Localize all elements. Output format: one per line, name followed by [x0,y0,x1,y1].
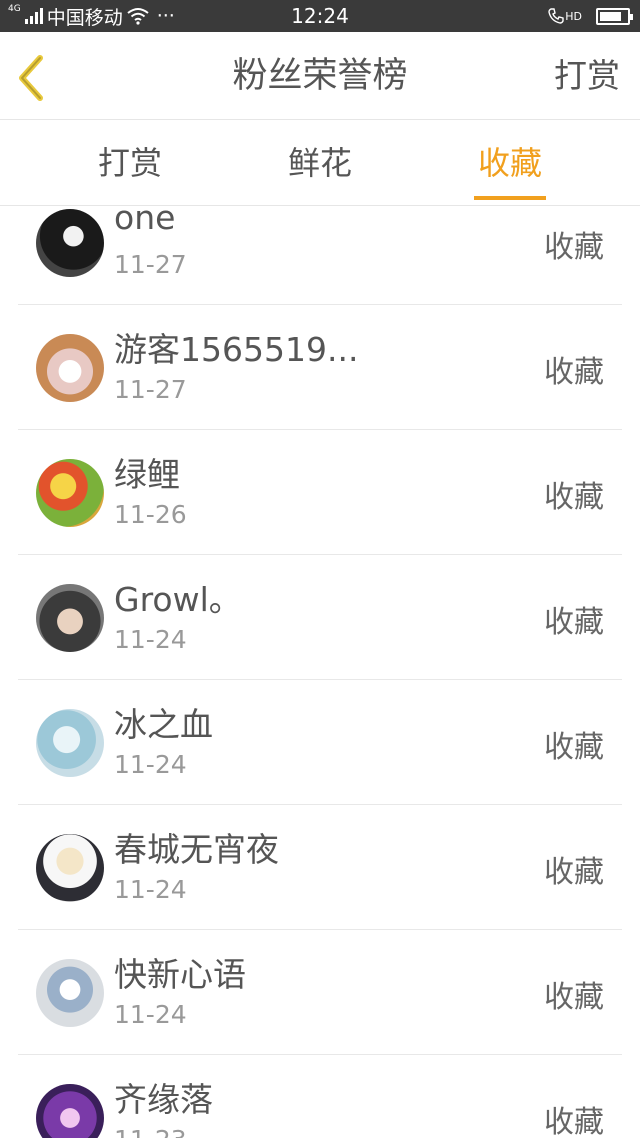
fan-date: 11-24 [114,875,187,904]
fan-date: 11-24 [114,625,187,654]
avatar[interactable] [36,334,104,402]
fan-action-label: 收藏 [544,480,604,515]
list-item[interactable]: 快新心语 11-24 收藏 [18,930,622,1055]
tab-reward[interactable]: 打赏 [35,121,225,206]
list-item[interactable]: one 11-27 收藏 [18,206,622,305]
page-title: 粉丝荣誉榜 [232,56,408,96]
battery-icon [596,7,633,25]
fan-name: 绿鲤 [114,455,180,494]
tab-label: 鲜花 [287,144,352,182]
reward-button[interactable]: 打赏 [554,32,620,120]
active-tab-indicator [474,196,546,200]
fan-name: Growl。 [114,580,242,619]
status-time: 12:24 [291,4,349,28]
fan-action-label: 收藏 [544,230,604,265]
avatar[interactable] [36,209,104,277]
fan-name: 春城无宵夜 [114,830,279,869]
header: 粉丝荣誉榜 打赏 [0,32,640,120]
fan-date: 11-24 [114,750,187,779]
fan-name: one [114,206,176,237]
list-item[interactable]: 绿鲤 11-26 收藏 [18,430,622,555]
tab-label: 收藏 [477,144,542,182]
tab-favorites[interactable]: 收藏 [415,121,605,206]
fan-date: 11-27 [114,250,187,279]
list-item[interactable]: 冰之血 11-24 收藏 [18,680,622,805]
list-item[interactable]: 春城无宵夜 11-24 收藏 [18,805,622,930]
avatar[interactable] [36,959,104,1027]
hd-label: HD [565,9,582,23]
fan-list[interactable]: one 11-27 收藏 游客1565519... 11-27 收藏 绿鲤 11… [0,206,640,1138]
avatar[interactable] [36,709,104,777]
fan-name: 游客1565519... [114,330,359,369]
tab-label: 打赏 [97,144,162,182]
list-item[interactable]: Growl。 11-24 收藏 [18,555,622,680]
fan-name: 快新心语 [114,955,246,994]
fan-action-label: 收藏 [544,980,604,1015]
fan-date: 11-23 [114,1125,187,1138]
tab-flowers[interactable]: 鲜花 [225,121,415,206]
fan-date: 11-24 [114,1000,187,1029]
avatar[interactable] [36,459,104,527]
fan-action-label: 收藏 [544,605,604,640]
fan-action-label: 收藏 [544,730,604,765]
phone-hd-icon: HD [548,8,582,24]
list-item[interactable]: 游客1565519... 11-27 收藏 [18,305,622,430]
status-bar: 4G 中国移动 ··· 12:24 HD [0,0,640,32]
fan-date: 11-26 [114,500,187,529]
battery-fill [600,11,621,21]
fan-action-label: 收藏 [544,355,604,390]
fan-date: 11-27 [114,375,187,404]
status-right: HD [548,0,633,32]
fan-name: 冰之血 [114,705,213,744]
list-item[interactable]: 齐缘落 11-23 收藏 [18,1055,622,1138]
avatar[interactable] [36,584,104,652]
tab-bar: 打赏 鲜花 收藏 [0,121,640,206]
avatar[interactable] [36,834,104,902]
fan-action-label: 收藏 [544,855,604,890]
fan-action-label: 收藏 [544,1105,604,1138]
avatar[interactable] [36,1084,104,1138]
fan-name: 齐缘落 [114,1080,213,1119]
